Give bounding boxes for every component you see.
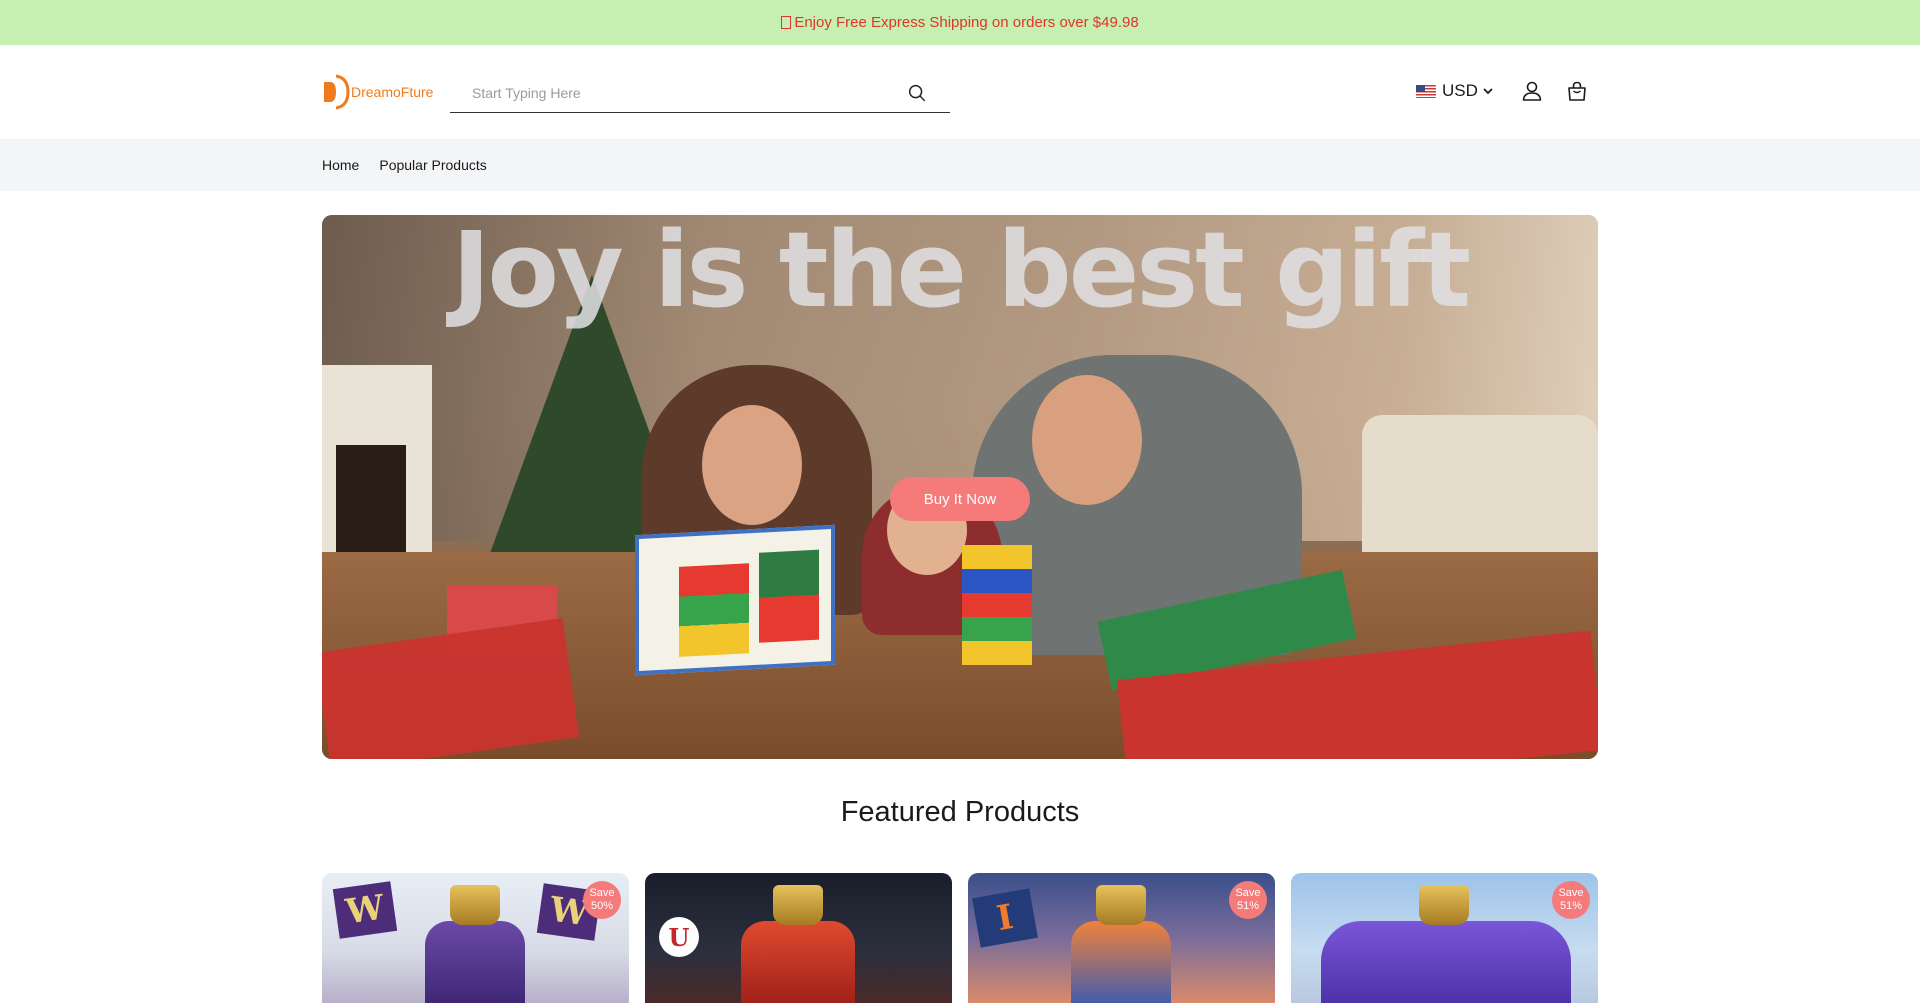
logo-mark-icon: [324, 74, 350, 110]
us-flag-icon: [1416, 84, 1436, 98]
search-icon[interactable]: [906, 82, 928, 104]
product-card[interactable]: I Save 51%: [968, 873, 1275, 1003]
product-bottle-image: [425, 921, 525, 1003]
team-flag-image: W: [332, 881, 398, 939]
fireplace-image: [322, 365, 432, 565]
product-bottle-image: [741, 921, 855, 1003]
product-card[interactable]: U: [645, 873, 952, 1003]
product-bottle-image: [1071, 921, 1171, 1003]
crown-cap-image: [773, 885, 823, 925]
hero-title: Joy is the best gift: [451, 215, 1471, 331]
team-flag-image: I: [972, 888, 1038, 948]
currency-selector[interactable]: USD: [1416, 81, 1494, 101]
currency-label: USD: [1442, 81, 1478, 100]
logo-text: DreamoFture: [351, 84, 434, 100]
sofa-image: [1362, 415, 1598, 575]
product-card[interactable]: Save 51%: [1291, 873, 1598, 1003]
brick-tower-image: [962, 545, 1032, 665]
search-input[interactable]: [450, 74, 906, 111]
team-logo-image: U: [659, 917, 699, 957]
product-bottle-image: [1321, 921, 1571, 1003]
site-header: DreamoFture USD: [0, 45, 1920, 139]
search-bar: [450, 73, 950, 113]
chevron-down-icon: [1483, 88, 1493, 95]
discount-badge: Save 50%: [583, 881, 621, 919]
gift-icon: [781, 16, 792, 29]
logo[interactable]: DreamoFture: [322, 74, 433, 110]
nav-item-home[interactable]: Home: [322, 157, 359, 173]
buy-now-button[interactable]: Buy It Now: [890, 477, 1030, 521]
crown-cap-image: [450, 885, 500, 925]
account-icon[interactable]: [1520, 79, 1544, 103]
announcement-text: Enjoy Free Express Shipping on orders ov…: [794, 14, 1139, 31]
announcement-bar: Enjoy Free Express Shipping on orders ov…: [0, 0, 1920, 45]
cart-icon[interactable]: [1565, 79, 1589, 103]
nav-item-popular-products[interactable]: Popular Products: [379, 157, 486, 173]
discount-badge: Save 51%: [1229, 881, 1267, 919]
product-card[interactable]: W W Save 50%: [322, 873, 629, 1003]
hero-banner: Joy is the best gift Buy It Now: [322, 215, 1598, 759]
toy-box-image: [635, 524, 835, 676]
product-grid: W W Save 50% U I Save 51% Save 51%: [322, 873, 1598, 1003]
featured-heading: Featured Products: [840, 796, 1080, 828]
crown-cap-image: [1419, 885, 1469, 925]
crown-cap-image: [1096, 885, 1146, 925]
discount-badge: Save 51%: [1552, 881, 1590, 919]
main-nav: Home Popular Products: [0, 139, 1920, 191]
